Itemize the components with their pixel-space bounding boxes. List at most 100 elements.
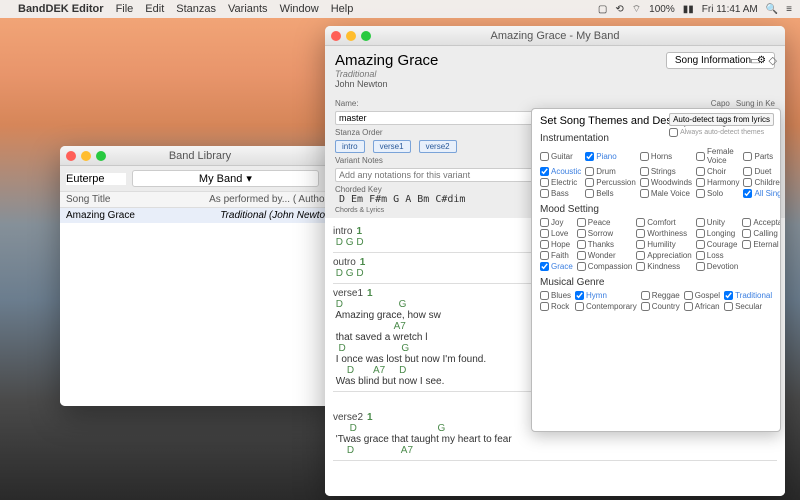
genre-heading: Musical Genre: [540, 277, 772, 288]
menu-variants[interactable]: Variants: [228, 3, 268, 15]
capo-label: Capo: [711, 99, 730, 108]
mood-checkbox[interactable]: Calling: [742, 229, 781, 238]
song-info-label: Song Information: [675, 55, 751, 66]
genre-checkbox[interactable]: Secular: [724, 302, 772, 311]
instr-checkbox[interactable]: Drum: [585, 167, 636, 176]
instr-checkbox[interactable]: Children: [743, 178, 781, 187]
mood-checkbox[interactable]: Kindness: [636, 262, 691, 271]
genre-checkbox[interactable]: Country: [641, 302, 680, 311]
wifi-icon[interactable]: ⌔: [632, 3, 641, 16]
band-select-label: My Band: [199, 173, 242, 185]
song-subtitle: Traditional: [335, 69, 666, 79]
mood-checkbox[interactable]: Loss: [696, 251, 739, 260]
menu-edit[interactable]: Edit: [145, 3, 164, 15]
genre-checkbox[interactable]: Contemporary: [575, 302, 637, 311]
mood-checkbox[interactable]: Compassion: [577, 262, 632, 271]
mood-checkbox[interactable]: Grace: [540, 262, 573, 271]
stanza-tag-verse2[interactable]: verse2: [419, 140, 457, 153]
instr-checkbox[interactable]: Parts: [743, 147, 781, 165]
instr-checkbox[interactable]: Strings: [640, 167, 692, 176]
menubar: BandDEK Editor File Edit Stanzas Variant…: [0, 0, 800, 18]
notif-icon[interactable]: ≡: [786, 4, 792, 15]
mood-checkbox[interactable]: Hope: [540, 240, 573, 249]
mood-checkbox[interactable]: Acceptance: [742, 218, 781, 227]
mood-checkbox[interactable]: Eternal: [742, 240, 781, 249]
song-author: John Newton: [335, 79, 666, 89]
table-row[interactable]: Amazing Grace Traditional (John Newton): [60, 208, 340, 223]
mood-checkbox[interactable]: Appreciation: [636, 251, 691, 260]
chevron-down-icon: ▾: [246, 172, 252, 185]
mood-heading: Mood Setting: [540, 204, 772, 215]
mood-checkbox[interactable]: Peace: [577, 218, 632, 227]
app-name[interactable]: BandDEK Editor: [18, 3, 104, 15]
instr-checkbox[interactable]: Duet: [743, 167, 781, 176]
instr-checkbox[interactable]: Solo: [696, 189, 739, 198]
editor-titlebar[interactable]: Amazing Grace - My Band: [325, 26, 785, 46]
genre-checkbox[interactable]: Gospel: [684, 291, 720, 300]
instr-checkbox[interactable]: Male Voice: [640, 189, 692, 198]
stanza-tag-intro[interactable]: intro: [335, 140, 365, 153]
tag-icon[interactable]: ◇: [769, 54, 777, 67]
mood-checkbox[interactable]: [742, 251, 781, 260]
instr-checkbox[interactable]: Harmony: [696, 178, 739, 187]
menu-help[interactable]: Help: [331, 3, 354, 15]
instr-checkbox[interactable]: Acoustic: [540, 167, 581, 176]
genre-checkbox[interactable]: Hymn: [575, 291, 637, 300]
library-titlebar[interactable]: Band Library: [60, 146, 340, 166]
genre-checkbox[interactable]: Reggae: [641, 291, 680, 300]
instr-checkbox[interactable]: Woodwinds: [640, 178, 692, 187]
instr-checkbox[interactable]: All Sing: [743, 189, 781, 198]
mood-checkbox[interactable]: Faith: [540, 251, 573, 260]
zoom-icon[interactable]: [361, 31, 371, 41]
mood-checkbox[interactable]: Unity: [696, 218, 739, 227]
spotlight-icon[interactable]: 🔍: [766, 4, 778, 15]
mood-checkbox[interactable]: Courage: [696, 240, 739, 249]
mood-checkbox[interactable]: Love: [540, 229, 573, 238]
close-icon[interactable]: [331, 31, 341, 41]
mood-checkbox[interactable]: Humility: [636, 240, 691, 249]
genre-checkbox[interactable]: Blues: [540, 291, 571, 300]
col-song-title[interactable]: Song Title: [66, 194, 209, 205]
instr-checkbox[interactable]: Piano: [585, 147, 636, 165]
airplay-icon[interactable]: ▢: [598, 4, 607, 15]
instr-checkbox[interactable]: Female Voice: [696, 147, 739, 165]
instr-checkbox[interactable]: Guitar: [540, 147, 581, 165]
col-performed-by[interactable]: As performed by... ( Author ): [209, 194, 334, 205]
instr-checkbox[interactable]: Horns: [640, 147, 692, 165]
genre-checkbox[interactable]: African: [684, 302, 720, 311]
mood-checkbox[interactable]: Wonder: [577, 251, 632, 260]
menu-file[interactable]: File: [116, 3, 134, 15]
instr-checkbox[interactable]: Bells: [585, 189, 636, 198]
minimize-icon[interactable]: [346, 31, 356, 41]
zoom-icon[interactable]: [96, 151, 106, 161]
auto-detect-button[interactable]: Auto-detect tags from lyrics: [669, 113, 774, 126]
band-select[interactable]: My Band ▾: [132, 170, 319, 187]
editor-window: Amazing Grace - My Band Amazing Grace Tr…: [325, 26, 785, 496]
instr-checkbox[interactable]: Choir: [696, 167, 739, 176]
menu-window[interactable]: Window: [280, 3, 319, 15]
library-user-field[interactable]: [66, 173, 126, 185]
mood-checkbox[interactable]: Sorrow: [577, 229, 632, 238]
stanza-order-label: Stanza Order: [335, 128, 383, 137]
mood-checkbox[interactable]: [742, 262, 781, 271]
mood-checkbox[interactable]: Comfort: [636, 218, 691, 227]
minimize-icon[interactable]: [81, 151, 91, 161]
menu-stanzas[interactable]: Stanzas: [176, 3, 216, 15]
clock[interactable]: Fri 11:41 AM: [702, 4, 758, 15]
genre-checkbox[interactable]: Rock: [540, 302, 571, 311]
instr-checkbox[interactable]: Electric: [540, 178, 581, 187]
mood-checkbox[interactable]: Worthiness: [636, 229, 691, 238]
mood-checkbox[interactable]: Devotion: [696, 262, 739, 271]
book-icon[interactable]: ▭: [750, 54, 760, 67]
stanza-tag-verse1[interactable]: verse1: [373, 140, 411, 153]
instr-checkbox[interactable]: Bass: [540, 189, 581, 198]
always-auto-detect-checkbox[interactable]: Always auto-detect themes: [669, 128, 774, 137]
battery-icon: ▮▮: [683, 4, 694, 15]
sync-icon[interactable]: ⟲: [615, 4, 623, 15]
instr-checkbox[interactable]: Percussion: [585, 178, 636, 187]
genre-checkbox[interactable]: Traditional: [724, 291, 772, 300]
mood-checkbox[interactable]: Longing: [696, 229, 739, 238]
close-icon[interactable]: [66, 151, 76, 161]
mood-checkbox[interactable]: Thanks: [577, 240, 632, 249]
mood-checkbox[interactable]: Joy: [540, 218, 573, 227]
